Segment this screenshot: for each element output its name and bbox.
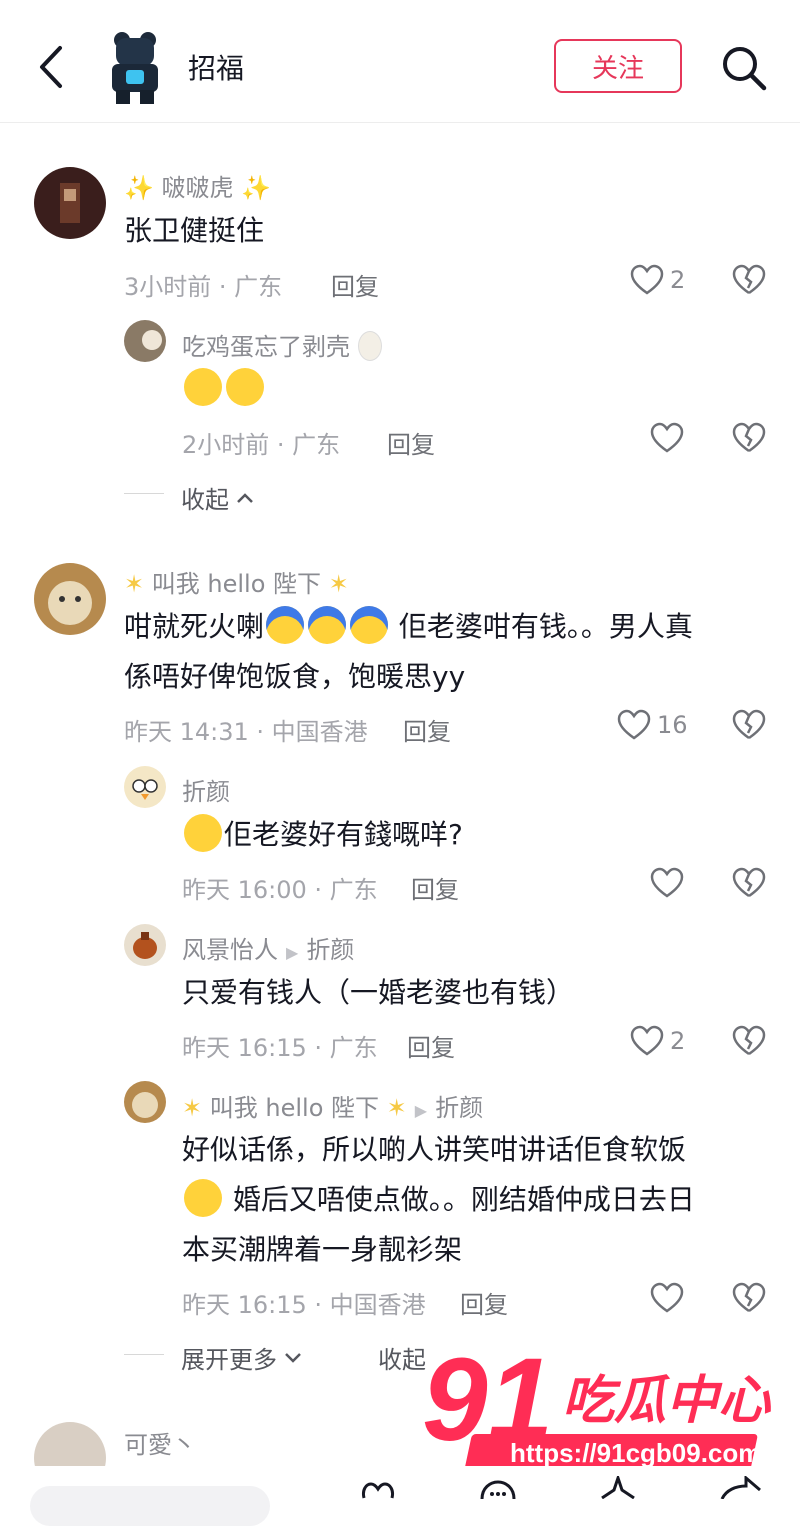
like-button[interactable]: 2 bbox=[630, 1025, 685, 1057]
dislike-button[interactable] bbox=[732, 422, 766, 458]
avatar[interactable] bbox=[34, 167, 106, 239]
heart-icon bbox=[650, 867, 684, 898]
dislike-button[interactable] bbox=[732, 264, 766, 300]
comment-username[interactable]: 可愛丶 bbox=[124, 1425, 196, 1460]
star-icon[interactable] bbox=[598, 1476, 638, 1499]
like-count: 2 bbox=[670, 266, 686, 294]
reply-username[interactable]: 折颜 bbox=[182, 772, 230, 807]
like-button[interactable] bbox=[650, 1282, 684, 1314]
reply-meta: 2小时前 · 广东 bbox=[182, 431, 341, 459]
egg-icon bbox=[357, 331, 382, 361]
like-count: 2 bbox=[670, 1027, 686, 1055]
comment-meta: 昨天 14:31 · 中国香港 bbox=[124, 718, 368, 746]
dislike-button[interactable] bbox=[732, 1282, 766, 1318]
dislike-button[interactable] bbox=[732, 1025, 766, 1061]
top-nav-bar: 招福 关注 bbox=[0, 0, 800, 123]
heart-icon bbox=[630, 264, 664, 295]
avatar[interactable] bbox=[124, 766, 166, 808]
reply-button[interactable]: 回复 bbox=[331, 267, 379, 302]
sparkle-icon: ✶ bbox=[182, 1094, 203, 1122]
svg-text:https://91cgb09.com: https://91cgb09.com bbox=[510, 1438, 761, 1468]
svg-text:吃瓜中心: 吃瓜中心 bbox=[562, 1371, 772, 1431]
smile-emoji-icon bbox=[184, 1179, 222, 1217]
reply-button[interactable]: 回复 bbox=[407, 1028, 455, 1063]
comment-username[interactable]: ✨ 啵啵虎 ✨ bbox=[124, 168, 271, 203]
share-icon[interactable] bbox=[718, 1476, 762, 1499]
comment-username[interactable]: ✶ 叫我 hello 陛下 ✶ bbox=[124, 564, 349, 599]
reply-text: 只爱有钱人（一婚老婆也有钱） bbox=[182, 976, 575, 1009]
shocked-emoji-icon bbox=[308, 606, 347, 644]
reply-username[interactable]: 吃鸡蛋忘了剥壳 bbox=[182, 327, 382, 362]
sparkle-icon: ✶ bbox=[124, 570, 145, 598]
heart-icon bbox=[650, 422, 684, 453]
sparkle-icon: ✶ bbox=[328, 570, 349, 598]
comment-bubble-icon[interactable] bbox=[478, 1478, 518, 1499]
divider bbox=[124, 1354, 164, 1355]
comment-input[interactable] bbox=[30, 1486, 270, 1526]
expand-replies-button[interactable]: 展开更多 bbox=[181, 1340, 303, 1375]
like-count: 16 bbox=[657, 711, 688, 739]
heart-icon[interactable] bbox=[360, 1480, 396, 1500]
reply-username[interactable]: 风景怡人 ▶ 折颜 bbox=[182, 930, 354, 965]
crying-emoji-icon bbox=[184, 368, 222, 406]
broken-heart-icon bbox=[732, 422, 766, 453]
divider bbox=[124, 493, 164, 494]
broken-heart-icon bbox=[732, 1282, 766, 1313]
dizzy-emoji-icon bbox=[184, 814, 222, 852]
comment-text: 张卫健挺住 bbox=[124, 214, 265, 247]
avatar[interactable] bbox=[124, 320, 166, 362]
reply-button[interactable]: 回复 bbox=[411, 870, 459, 905]
reply-text: 婚后又唔使点做。。刚结婚仲成日去日 bbox=[182, 1175, 695, 1225]
shocked-emoji-icon bbox=[350, 606, 389, 644]
like-button[interactable]: 16 bbox=[617, 709, 688, 741]
bottom-input-bar bbox=[0, 1466, 800, 1526]
profile-avatar[interactable] bbox=[104, 30, 166, 104]
crying-emoji-icon bbox=[226, 368, 264, 406]
like-button[interactable] bbox=[650, 422, 684, 454]
avatar[interactable] bbox=[124, 1081, 166, 1123]
reply-button[interactable]: 回复 bbox=[460, 1285, 508, 1320]
broken-heart-icon bbox=[732, 264, 766, 295]
collapse-replies-button[interactable]: 收起 bbox=[181, 480, 255, 515]
avatar[interactable] bbox=[124, 924, 166, 966]
reply-meta: 昨天 16:00 · 广东 bbox=[182, 876, 378, 904]
sparkle-icon: ✶ bbox=[386, 1094, 407, 1122]
back-button[interactable] bbox=[30, 40, 74, 94]
reply-button[interactable]: 回复 bbox=[403, 712, 451, 747]
heart-icon bbox=[630, 1025, 664, 1056]
heart-icon bbox=[650, 1282, 684, 1313]
reply-username[interactable]: ✶ 叫我 hello 陛下 ✶ ▶ 折颜 bbox=[182, 1088, 483, 1123]
reply-meta: 昨天 16:15 · 广东 bbox=[182, 1034, 378, 1062]
reply-button[interactable]: 回复 bbox=[387, 425, 435, 460]
reply-text: 好似话係，所以啲人讲笑咁讲话佢食软饭 bbox=[182, 1133, 687, 1166]
follow-button[interactable]: 关注 bbox=[554, 39, 682, 93]
comment-text: 係唔好俾饱饭食，饱暖思yy bbox=[124, 660, 466, 693]
heart-icon bbox=[617, 709, 651, 740]
shocked-emoji-icon bbox=[266, 606, 305, 644]
chevron-left-icon bbox=[40, 46, 62, 88]
chevron-down-icon bbox=[285, 1352, 301, 1363]
reply-meta: 昨天 16:15 · 中国香港 bbox=[182, 1291, 426, 1319]
avatar[interactable] bbox=[34, 563, 106, 635]
reply-arrow-icon: ▶ bbox=[286, 943, 299, 962]
reply-text bbox=[182, 364, 266, 414]
comment-meta: 3小时前 · 广东 bbox=[124, 273, 283, 301]
page-title: 招福 bbox=[188, 52, 245, 85]
chevron-up-icon bbox=[237, 492, 253, 503]
reply-text: 本买潮牌着一身靓衫架 bbox=[182, 1233, 463, 1266]
dislike-button[interactable] bbox=[732, 867, 766, 903]
search-button[interactable] bbox=[718, 42, 770, 94]
like-button[interactable] bbox=[650, 867, 684, 899]
reply-arrow-icon: ▶ bbox=[414, 1101, 428, 1120]
broken-heart-icon bbox=[732, 709, 766, 740]
broken-heart-icon bbox=[732, 1025, 766, 1056]
reply-text: 佢老婆好有錢嘅咩? bbox=[182, 810, 463, 860]
collapse-replies-button[interactable]: 收起 bbox=[378, 1340, 426, 1375]
watermark-logo: 91 吃瓜中心 https://91cgb09.com bbox=[420, 1332, 792, 1480]
comment-text: 咁就死火喇 佢老婆咁有钱。。男人真 bbox=[124, 602, 693, 652]
dislike-button[interactable] bbox=[732, 709, 766, 745]
like-button[interactable]: 2 bbox=[630, 264, 685, 296]
broken-heart-icon bbox=[732, 867, 766, 898]
search-icon bbox=[723, 47, 767, 91]
